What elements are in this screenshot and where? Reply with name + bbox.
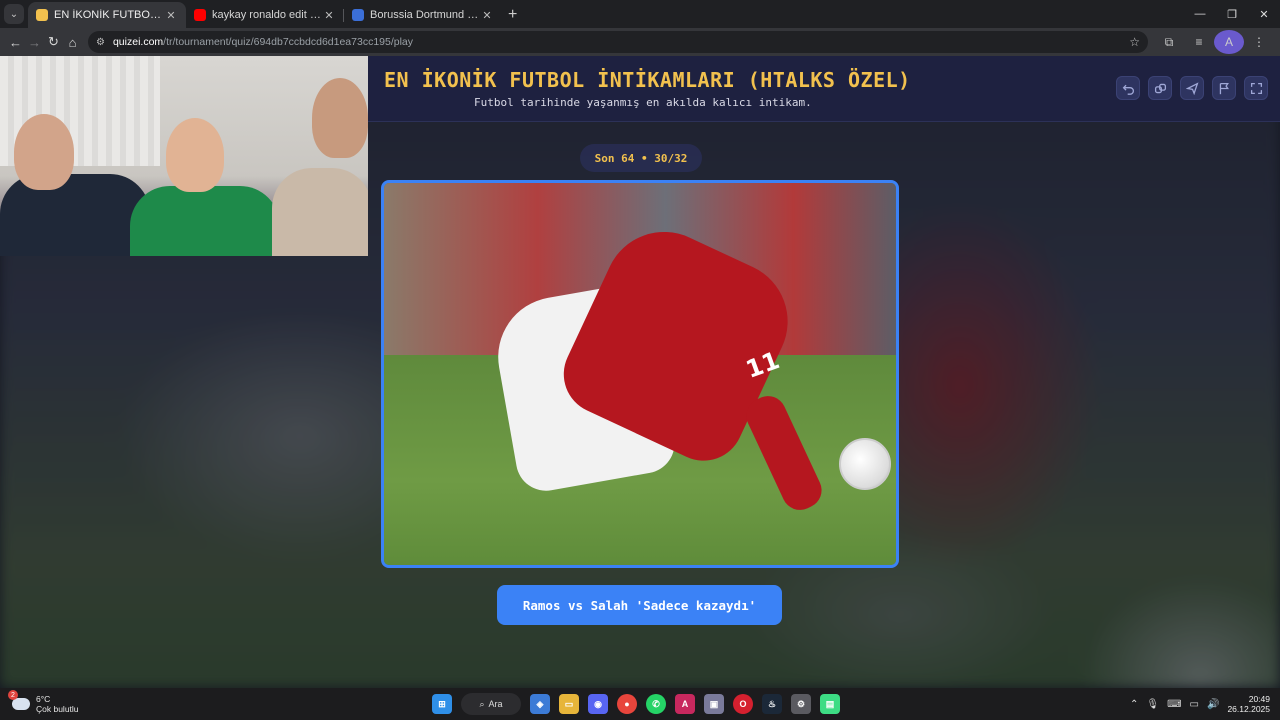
clock-date: 26.12.2025 [1227,704,1270,714]
close-tab-icon[interactable]: ✕ [164,9,178,22]
tab-title: Borussia Dortmund vs Schalke [370,9,480,21]
webcam-person-left-head [14,114,74,190]
restore-icon[interactable]: ❐ [1216,0,1248,28]
microphone-icon[interactable]: 🎙 [1146,699,1159,710]
link-icon [1154,83,1166,93]
search-label: Ara [488,699,503,709]
youtube-favicon-icon [194,9,206,21]
close-tab-icon[interactable]: ✕ [322,9,336,22]
weather-desc: Çok bulutlu [36,704,79,714]
display-icon[interactable]: ▭ [1190,699,1199,710]
reload-icon[interactable]: ↻ [44,30,63,54]
quiz-title: EN İKONİK FUTBOL İNTİKAMLARI (HTALKS ÖZE… [384,68,911,92]
choice-image[interactable]: 11 [381,180,899,568]
webcam-person-middle-body [130,186,280,256]
send-icon [1185,81,1198,95]
chrome-icon[interactable]: ● [617,694,637,714]
photos-app-icon[interactable]: ▣ [704,694,724,714]
fullscreen-button[interactable] [1244,76,1268,100]
system-tray: ⌃ 🎙 ⌨ ▭ 🔊 20:49 26.12.2025 [1130,688,1270,720]
settings-icon[interactable]: ⚙ [791,694,811,714]
undo-button[interactable] [1116,76,1140,100]
url-host: quizei.com [112,36,164,48]
report-button[interactable] [1212,76,1236,100]
address-bar[interactable]: ⚙ quizei.com /tr/tournament/quiz/694db7c… [88,31,1148,53]
page-viewport: EN İKONİK FUTBOL İNTİKAMLARI (HTALKS ÖZE… [0,56,1280,688]
forward-icon[interactable]: → [25,30,44,54]
toolbar-actions: ⧉ ≡ A ⋮ [1154,30,1274,54]
home-icon[interactable]: ⌂ [63,30,82,54]
choice-caption-button[interactable]: Ramos vs Salah 'Sadece kazaydı' [497,585,782,625]
tab-title: EN İKONİK FUTBOL İNTİKAMLAI [54,9,164,21]
browser-tabstrip: ⌄ EN İKONİK FUTBOL İNTİKAMLAI ✕ kaykay r… [0,0,1280,28]
reading-list-icon[interactable]: ≡ [1184,30,1214,54]
weather-widget[interactable]: 2 6°C Çok bulutlu [8,690,132,714]
app-icon-a[interactable]: A [675,694,695,714]
share-button[interactable] [1180,76,1204,100]
weather-badge: 2 [8,690,18,700]
photo-football [839,438,891,490]
tab-match[interactable]: Borussia Dortmund vs Schalke ✕ [344,2,502,28]
windows-taskbar: 2 6°C Çok bulutlu ⊞ ⌕ Ara ◈ ▭ ◉ ● ✆ A ▣ … [0,688,1280,720]
profile-avatar[interactable]: A [1214,30,1244,54]
screen: ⌄ EN İKONİK FUTBOL İNTİKAMLAI ✕ kaykay r… [0,0,1280,720]
search-icon: ⌕ [479,698,485,709]
undo-icon [1122,84,1134,95]
clock-time: 20:49 [1248,694,1270,704]
quiz-subtitle: Futbol tarihinde yaşanmış en akılda kalı… [474,96,812,109]
webcam-person-right-head [312,78,368,158]
android-app-icon[interactable]: ▤ [820,694,840,714]
tab-title: kaykay ronaldo edit - YouTube [212,9,322,21]
header-actions [1116,76,1268,100]
webcam-overlay [0,56,368,256]
back-icon[interactable]: ← [6,30,25,54]
close-window-icon[interactable]: ✕ [1248,0,1280,28]
taskbar-apps: ⊞ ⌕ Ara ◈ ▭ ◉ ● ✆ A ▣ O ♨ ⚙ ▤ [432,688,840,720]
url-path: /tr/tournament/quiz/694db7ccbdcd6d1ea73c… [163,36,414,48]
minimize-icon[interactable]: — [1184,0,1216,28]
opera-icon[interactable]: O [733,694,753,714]
cloud-icon: 2 [8,690,30,710]
taskbar-search[interactable]: ⌕ Ara [461,693,521,715]
discord-icon[interactable]: ◉ [588,694,608,714]
taskbar-clock[interactable]: 20:49 26.12.2025 [1227,694,1270,714]
new-tab-icon[interactable]: + [508,7,517,23]
copilot-app-icon[interactable]: ◈ [530,694,550,714]
webcam-person-right-body [272,168,368,256]
steam-icon[interactable]: ♨ [762,694,782,714]
file-explorer-icon[interactable]: ▭ [559,694,579,714]
close-tab-icon[interactable]: ✕ [480,9,494,22]
tab-search-icon[interactable]: ⌄ [4,4,24,24]
start-icon[interactable]: ⊞ [432,694,452,714]
volume-icon[interactable]: 🔊 [1207,699,1219,710]
match-favicon-icon [352,9,364,21]
tab-youtube[interactable]: kaykay ronaldo edit - YouTube ✕ [186,2,344,28]
webcam-person-middle-head [166,118,224,192]
chevron-up-icon[interactable]: ⌃ [1130,699,1138,710]
webcam-person-left-body [0,174,150,256]
site-info-icon[interactable]: ⚙ [96,37,105,48]
fullscreen-icon [1250,82,1262,94]
profile-initial: A [1214,30,1244,54]
flag-icon [1219,82,1229,94]
extensions-icon[interactable]: ⧉ [1154,30,1184,54]
tab-quiz[interactable]: EN İKONİK FUTBOL İNTİKAMLAI ✕ [28,2,186,28]
quiz-header: EN İKONİK FUTBOL İNTİKAMLARI (HTALKS ÖZE… [368,56,1280,122]
whatsapp-icon[interactable]: ✆ [646,694,666,714]
browser-toolbar: ← → ↻ ⌂ ⚙ quizei.com /tr/tournament/quiz… [0,28,1280,56]
round-indicator: Son 64 • 30/32 [580,144,702,172]
bookmark-star-icon[interactable]: ☆ [1129,35,1140,49]
menu-icon[interactable]: ⋮ [1244,30,1274,54]
quiz-favicon-icon [36,9,48,21]
weather-temp: 6°C [36,694,51,704]
window-controls: — ❐ ✕ [1184,0,1280,28]
keyboard-icon[interactable]: ⌨ [1167,699,1181,710]
copy-link-button[interactable] [1148,76,1172,100]
